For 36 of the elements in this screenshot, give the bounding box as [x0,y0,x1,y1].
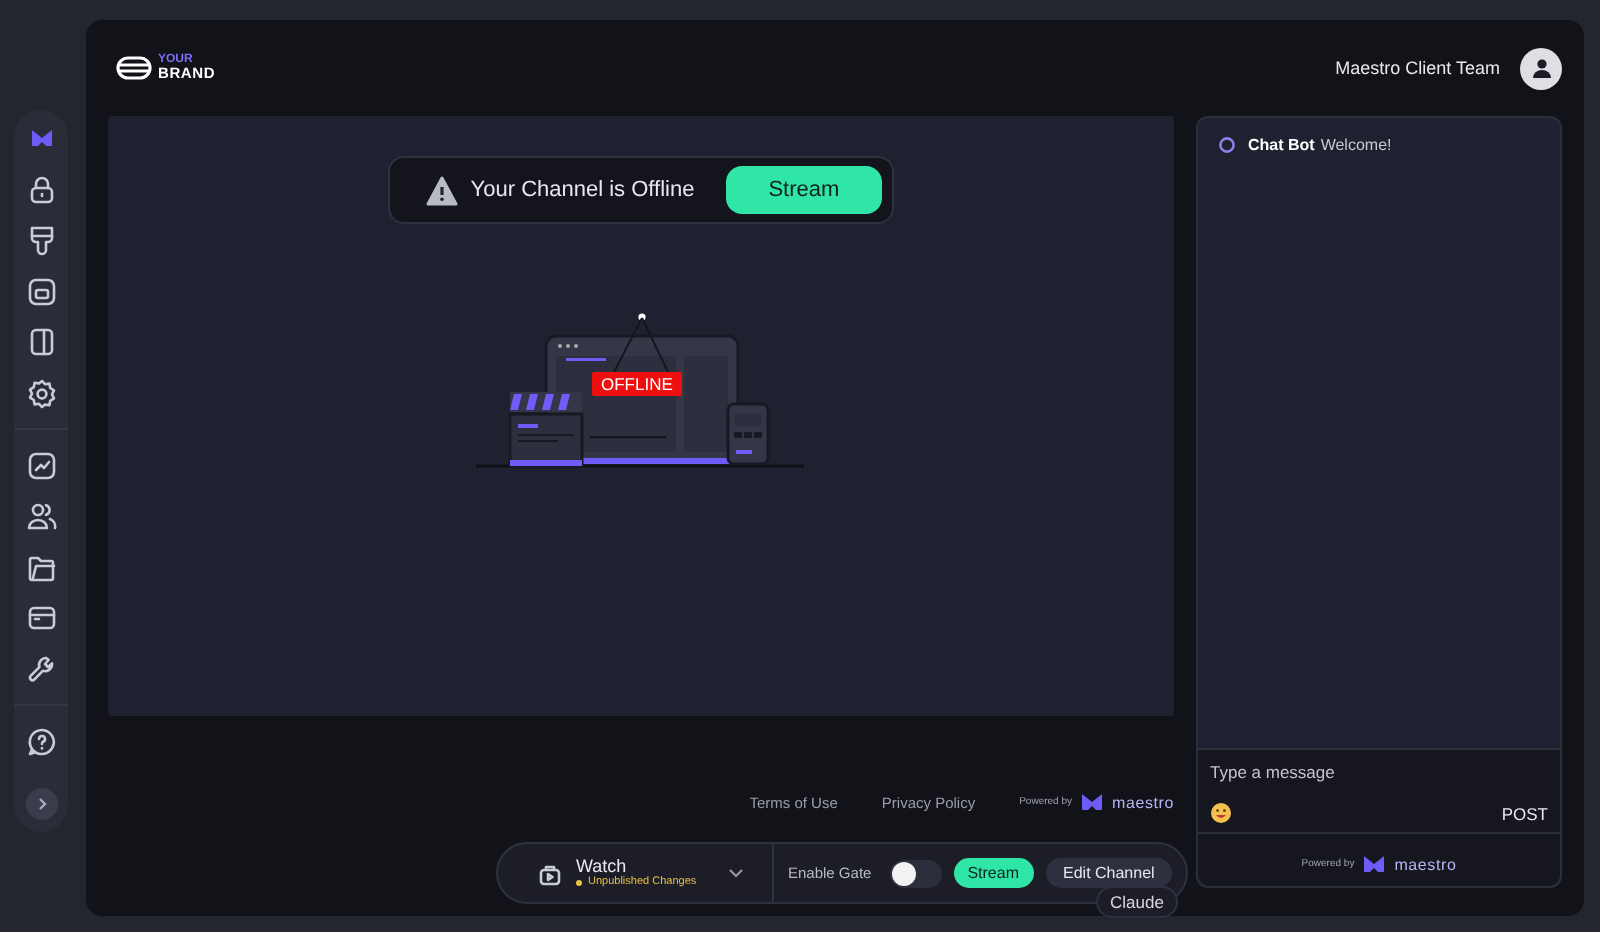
ring-icon [1218,136,1236,154]
folder-icon[interactable] [25,551,57,583]
banner-message: Your Channel is Offline [470,178,695,202]
brush-icon[interactable] [25,224,57,256]
chart-icon[interactable] [25,449,57,481]
maestro-wordmark: maestro [1112,793,1174,811]
m-logo-icon [1362,852,1387,876]
expand-button[interactable] [25,788,57,820]
team-name: Maestro Client Team [1335,58,1500,78]
help-icon[interactable] [25,725,57,757]
message-author: Chat Bot [1248,136,1315,154]
message-text: Welcome! [1320,136,1392,154]
wrench-icon[interactable] [25,653,57,685]
card-icon[interactable] [25,275,57,307]
brand-logo-icon [116,56,152,80]
settings-icon[interactable] [25,377,57,409]
users-icon[interactable] [25,500,57,532]
offline-sign: OFFLINE [591,372,683,396]
warning-icon [426,175,459,205]
tooltip: Claude [1096,886,1178,918]
message-input[interactable]: Type a message [1210,762,1548,782]
chevron-right-icon [33,796,49,812]
post-button[interactable]: POST [1501,803,1548,823]
maestro-wordmark: maestro [1394,855,1457,873]
edit-channel-button[interactable]: Edit Channel [1045,858,1173,888]
chevron-down-icon [728,867,744,879]
m-logo-icon [1080,790,1104,814]
stream-button[interactable]: Stream [726,166,882,214]
person-icon [1531,58,1551,78]
panel-icon[interactable] [25,326,57,358]
lock-icon[interactable] [25,173,57,205]
browser-icon[interactable] [25,602,57,634]
gate-toggle[interactable] [889,859,942,887]
stream-button[interactable]: Stream [953,858,1033,888]
emoji-icon[interactable] [1210,802,1232,824]
avatar[interactable] [1520,47,1562,89]
